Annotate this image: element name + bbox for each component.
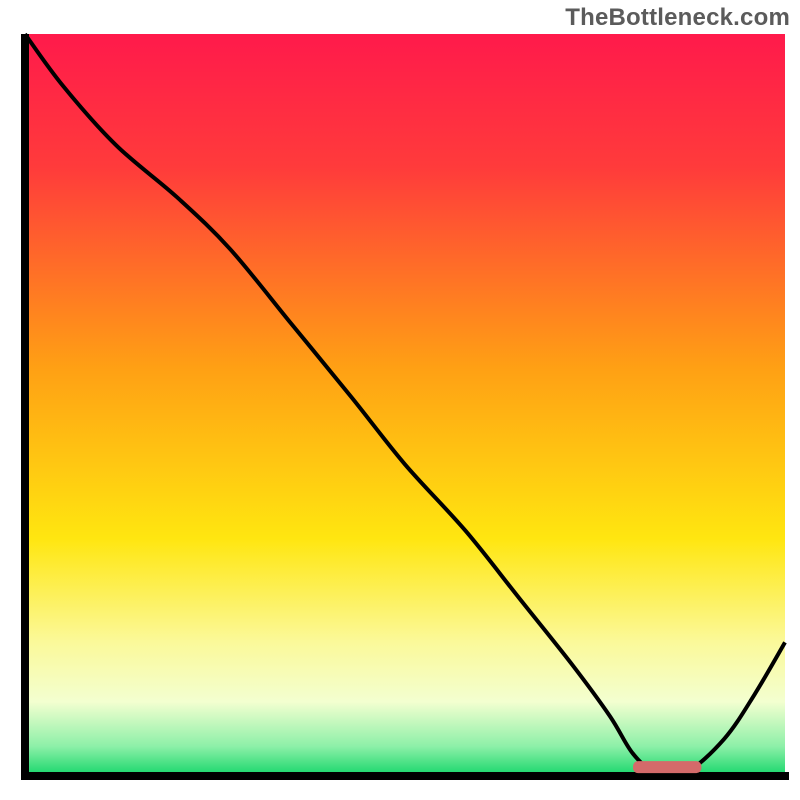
plot-background (25, 34, 785, 776)
optimal-marker (633, 761, 701, 773)
bottleneck-chart (0, 0, 800, 800)
